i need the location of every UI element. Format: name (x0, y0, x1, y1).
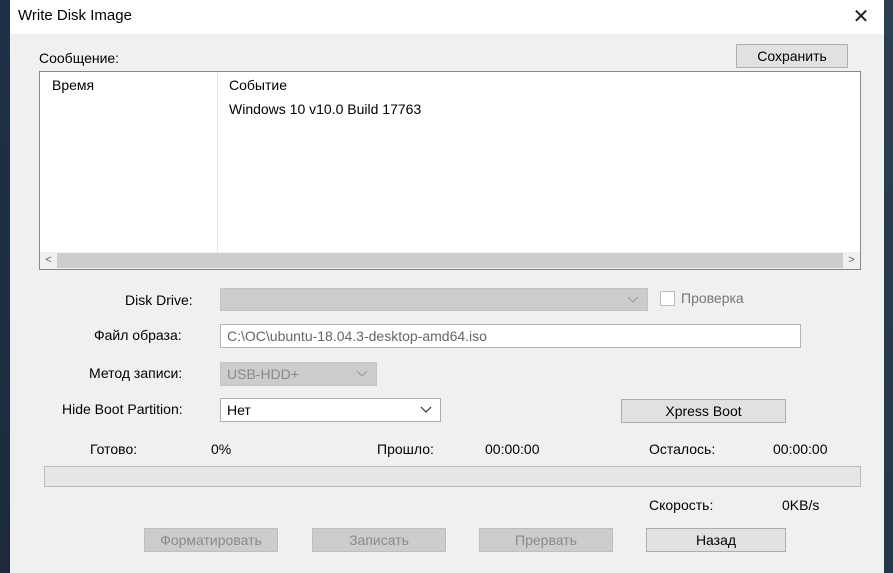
write-method-label: Метод записи: (89, 365, 183, 381)
xpress-boot-button[interactable]: Xpress Boot (621, 399, 786, 423)
remaining-value: 00:00:00 (773, 441, 828, 457)
scrollbar-thumb[interactable] (57, 253, 843, 268)
abort-button[interactable]: Прервать (479, 528, 613, 552)
done-label: Готово: (90, 441, 138, 457)
desktop-background-left (0, 0, 10, 573)
back-button[interactable]: Назад (646, 528, 786, 552)
verify-checkbox[interactable] (660, 291, 675, 306)
scroll-right-icon[interactable]: > (843, 252, 860, 269)
chevron-down-icon (627, 296, 639, 303)
progress-bar (44, 466, 861, 487)
write-method-select[interactable]: USB-HDD+ (220, 362, 377, 386)
elapsed-value: 00:00:00 (485, 441, 540, 457)
column-header-event[interactable]: Событие (229, 77, 287, 93)
close-icon[interactable]: ✕ (838, 0, 884, 34)
chevron-down-icon (356, 370, 368, 377)
disk-drive-select[interactable] (220, 288, 648, 311)
hide-boot-partition-select[interactable]: Нет (220, 398, 441, 422)
message-label: Сообщение: (39, 50, 120, 66)
horizontal-scrollbar[interactable]: < > (40, 252, 860, 269)
column-separator (217, 72, 218, 252)
done-value: 0% (211, 441, 232, 457)
speed-value: 0KB/s (782, 497, 820, 513)
column-header-time[interactable]: Время (52, 77, 94, 93)
title-bar[interactable]: Write Disk Image ✕ (10, 0, 884, 34)
write-button[interactable]: Записать (312, 528, 446, 552)
disk-drive-label: Disk Drive: (125, 292, 193, 308)
scroll-left-icon[interactable]: < (40, 252, 57, 269)
image-file-label: Файл образа: (94, 327, 182, 343)
format-button[interactable]: Форматировать (144, 528, 278, 552)
message-log-list[interactable]: Время Событие Windows 10 v10.0 Build 177… (39, 71, 861, 270)
elapsed-label: Прошло: (377, 441, 434, 457)
speed-label: Скорость: (649, 497, 714, 513)
desktop-background-right (884, 0, 893, 573)
image-file-field[interactable]: C:\OC\ubuntu-18.04.3-desktop-amd64.iso (220, 324, 801, 348)
hide-boot-partition-value: Нет (227, 402, 251, 418)
window-title: Write Disk Image (18, 7, 132, 24)
save-button[interactable]: Сохранить (736, 44, 848, 68)
log-row-event: Windows 10 v10.0 Build 17763 (229, 101, 422, 117)
write-disk-image-dialog: Write Disk Image ✕ Сообщение: Сохранить … (10, 0, 884, 573)
verify-checkbox-label[interactable]: Проверка (681, 290, 744, 306)
write-method-value: USB-HDD+ (227, 366, 299, 382)
chevron-down-icon (420, 406, 432, 413)
remaining-label: Осталось: (649, 441, 716, 457)
hide-boot-partition-label: Hide Boot Partition: (62, 401, 183, 417)
